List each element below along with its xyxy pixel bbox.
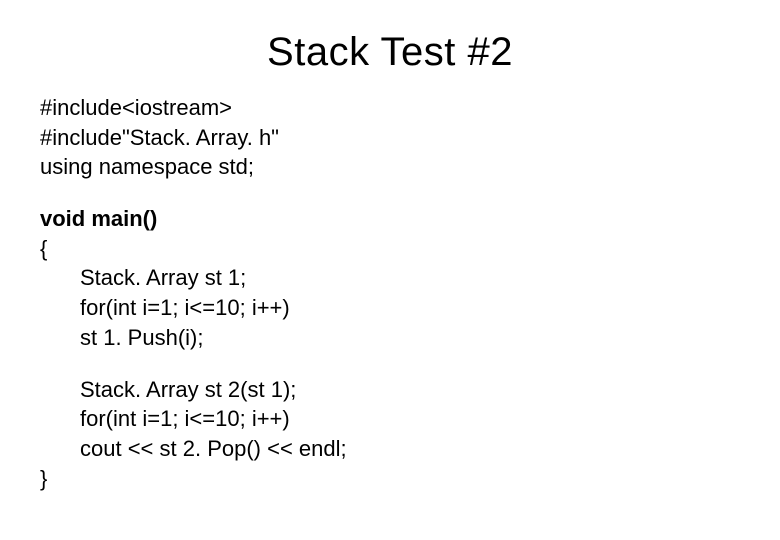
code-line: { bbox=[40, 234, 740, 264]
code-line: } bbox=[40, 464, 740, 494]
blank-line bbox=[40, 353, 740, 375]
code-line: Stack. Array st 1; bbox=[40, 263, 740, 293]
code-line: using namespace std; bbox=[40, 152, 740, 182]
blank-line bbox=[40, 182, 740, 204]
code-line: for(int i=1; i<=10; i++) bbox=[40, 293, 740, 323]
code-block: #include<iostream> #include"Stack. Array… bbox=[40, 93, 740, 493]
code-line: #include<iostream> bbox=[40, 93, 740, 123]
slide: Stack Test #2 #include<iostream> #includ… bbox=[0, 0, 780, 540]
code-line: Stack. Array st 2(st 1); bbox=[40, 375, 740, 405]
code-line: st 1. Push(i); bbox=[40, 323, 740, 353]
code-line: void main() bbox=[40, 204, 740, 234]
code-line: cout << st 2. Pop() << endl; bbox=[40, 434, 740, 464]
code-line: for(int i=1; i<=10; i++) bbox=[40, 404, 740, 434]
slide-title: Stack Test #2 bbox=[40, 30, 740, 75]
code-line: #include"Stack. Array. h" bbox=[40, 123, 740, 153]
